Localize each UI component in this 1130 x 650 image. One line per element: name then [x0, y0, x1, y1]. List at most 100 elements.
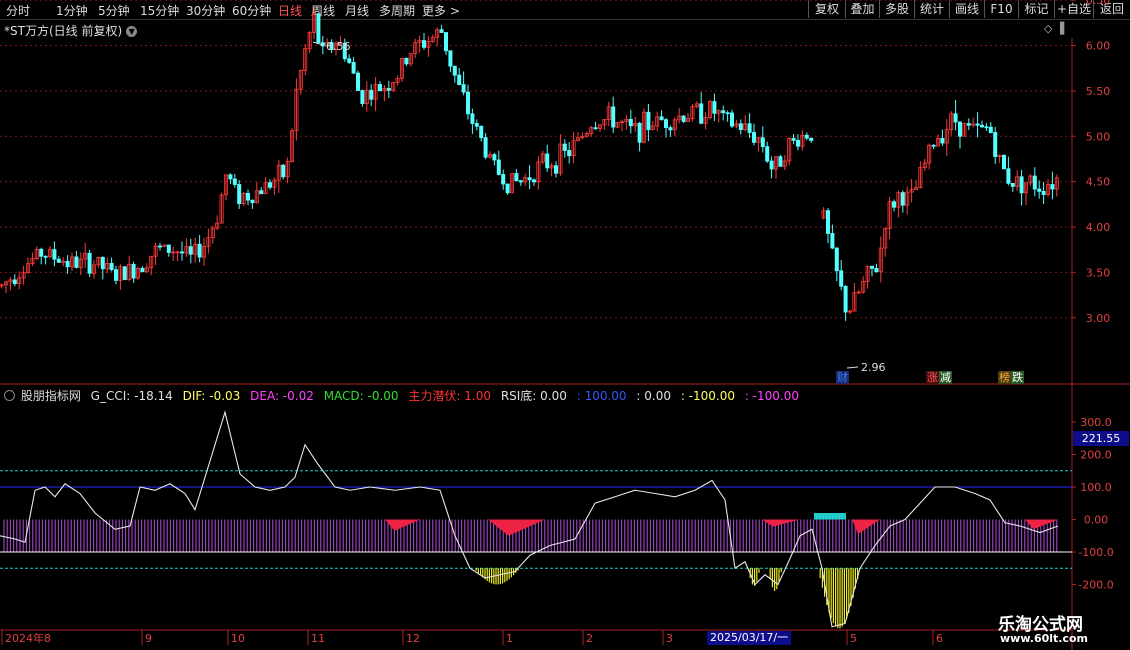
candle-body — [492, 154, 497, 161]
price-tick-label: 3.50 — [1086, 266, 1111, 279]
indicator-value: : -100.00 — [680, 389, 735, 403]
indicator-value: RSI底: 0.00 — [500, 389, 567, 403]
candle-body — [518, 180, 523, 183]
candle-body — [386, 88, 391, 91]
kline-chart[interactable]: 6.506.005.505.004.504.003.503.00 300.020… — [0, 0, 1130, 650]
date-tick-label: 10 — [231, 632, 245, 645]
indicator-panel — [0, 410, 1072, 629]
indicator-value: : -100.00 — [744, 389, 800, 403]
indicator-value: DEA: -0.02 — [250, 389, 314, 403]
indicator-tick-label: 0.00 — [1084, 514, 1109, 527]
date-tick-label: 2024年8 — [5, 631, 51, 645]
candle-body — [1010, 182, 1015, 187]
candle-body — [457, 74, 462, 86]
cursor-date-label: 2025/03/17/一 — [707, 631, 792, 645]
badge-rise[interactable]: 涨 — [926, 371, 939, 384]
candle-body — [245, 192, 250, 201]
badge-fall[interactable]: 跌 — [1011, 371, 1024, 384]
candle-body — [1050, 184, 1055, 190]
price-axis: 6.50 6.00 5.50 5.00 4.50 4.00 3.50 3.00 — [1072, 0, 1110, 325]
candle-body — [166, 244, 171, 253]
candle-body — [830, 233, 835, 249]
date-tick-label: 1 — [506, 632, 513, 645]
candle-body — [988, 126, 993, 133]
candle-body — [668, 127, 673, 131]
candle-body — [501, 174, 506, 185]
collapse-circle-icon[interactable] — [4, 390, 15, 401]
indicator-name[interactable]: 股朋指标网 — [21, 389, 81, 403]
price-grid — [0, 0, 1130, 650]
candle-body — [232, 178, 237, 185]
cyan-block — [814, 513, 846, 520]
price-tick-label: 4.00 — [1086, 221, 1111, 234]
indicator-tick-label: 100.0 — [1080, 481, 1112, 494]
candle-body — [659, 116, 664, 121]
low-price-label: 2.96 — [861, 361, 886, 374]
candle-body — [975, 123, 980, 126]
indicator-value: : 100.00 — [576, 389, 627, 403]
candle-body — [43, 255, 48, 258]
candle-body — [730, 112, 735, 127]
badge-reduce[interactable]: 减 — [939, 371, 952, 384]
candle-body — [721, 110, 726, 114]
candle-body — [769, 160, 774, 170]
price-tick-label: 5.50 — [1086, 85, 1111, 98]
candle-body — [993, 132, 998, 157]
candle-body — [452, 65, 457, 76]
candle-body — [966, 123, 971, 126]
price-tick-label: 3.00 — [1086, 312, 1111, 325]
candle-body — [664, 119, 669, 128]
candle-body — [237, 184, 242, 204]
indicator-legend: 股朋指标网 G_CCI: -18.14 DIF: -0.03 DEA: -0.0… — [4, 387, 805, 404]
candle-body — [157, 245, 162, 248]
badge-finance[interactable]: 财 — [836, 371, 849, 384]
candle-body — [843, 285, 848, 313]
candle-body — [351, 62, 356, 74]
candle-body — [514, 173, 519, 182]
candle-body — [839, 270, 844, 287]
indicator-value: MACD: -0.00 — [323, 389, 399, 403]
candle-body — [377, 84, 382, 92]
cursor-value-label: 221.55 — [1073, 431, 1129, 446]
candle-body — [562, 143, 567, 151]
candle-body — [259, 190, 264, 195]
candle-body — [461, 84, 466, 93]
candle-body — [765, 146, 770, 162]
candle-body — [791, 138, 796, 141]
candle-body — [874, 267, 879, 273]
candle-body — [443, 32, 448, 52]
candle-body — [760, 137, 765, 148]
candle-body — [527, 177, 532, 181]
candle-body — [74, 256, 79, 268]
date-tick-label: 11 — [311, 632, 325, 645]
candle-body — [747, 123, 752, 133]
candle-body — [984, 126, 989, 129]
candle-body — [1041, 190, 1046, 196]
date-tick-label: 6 — [936, 632, 943, 645]
candle-body — [448, 50, 453, 67]
indicator-value: 主力潜伏: 1.00 — [408, 389, 491, 403]
candle-body — [114, 269, 119, 281]
candle-body — [712, 101, 717, 114]
candle-body — [738, 123, 743, 131]
candle-body — [496, 159, 501, 175]
candle-body — [980, 124, 985, 128]
indicator-value: G_CCI: -18.14 — [90, 389, 173, 403]
candle-body — [109, 262, 114, 271]
date-tick-label: 12 — [406, 632, 420, 645]
candle-body — [355, 72, 360, 91]
candle-body — [826, 210, 831, 234]
candle-body — [465, 91, 470, 115]
candle-body — [56, 258, 61, 263]
indicator-tick-label: -200.0 — [1078, 579, 1113, 592]
candle-body — [593, 127, 598, 130]
candle-body — [725, 112, 730, 115]
indicator-value: : 0.00 — [636, 389, 671, 403]
high-price-label: 6.56 — [326, 40, 351, 53]
candle-body — [52, 249, 57, 260]
candle-body — [404, 57, 409, 65]
candle-body — [100, 256, 105, 270]
candle-body — [646, 111, 651, 131]
candle-body — [1019, 176, 1024, 194]
badge-list[interactable]: 榜 — [998, 371, 1011, 384]
